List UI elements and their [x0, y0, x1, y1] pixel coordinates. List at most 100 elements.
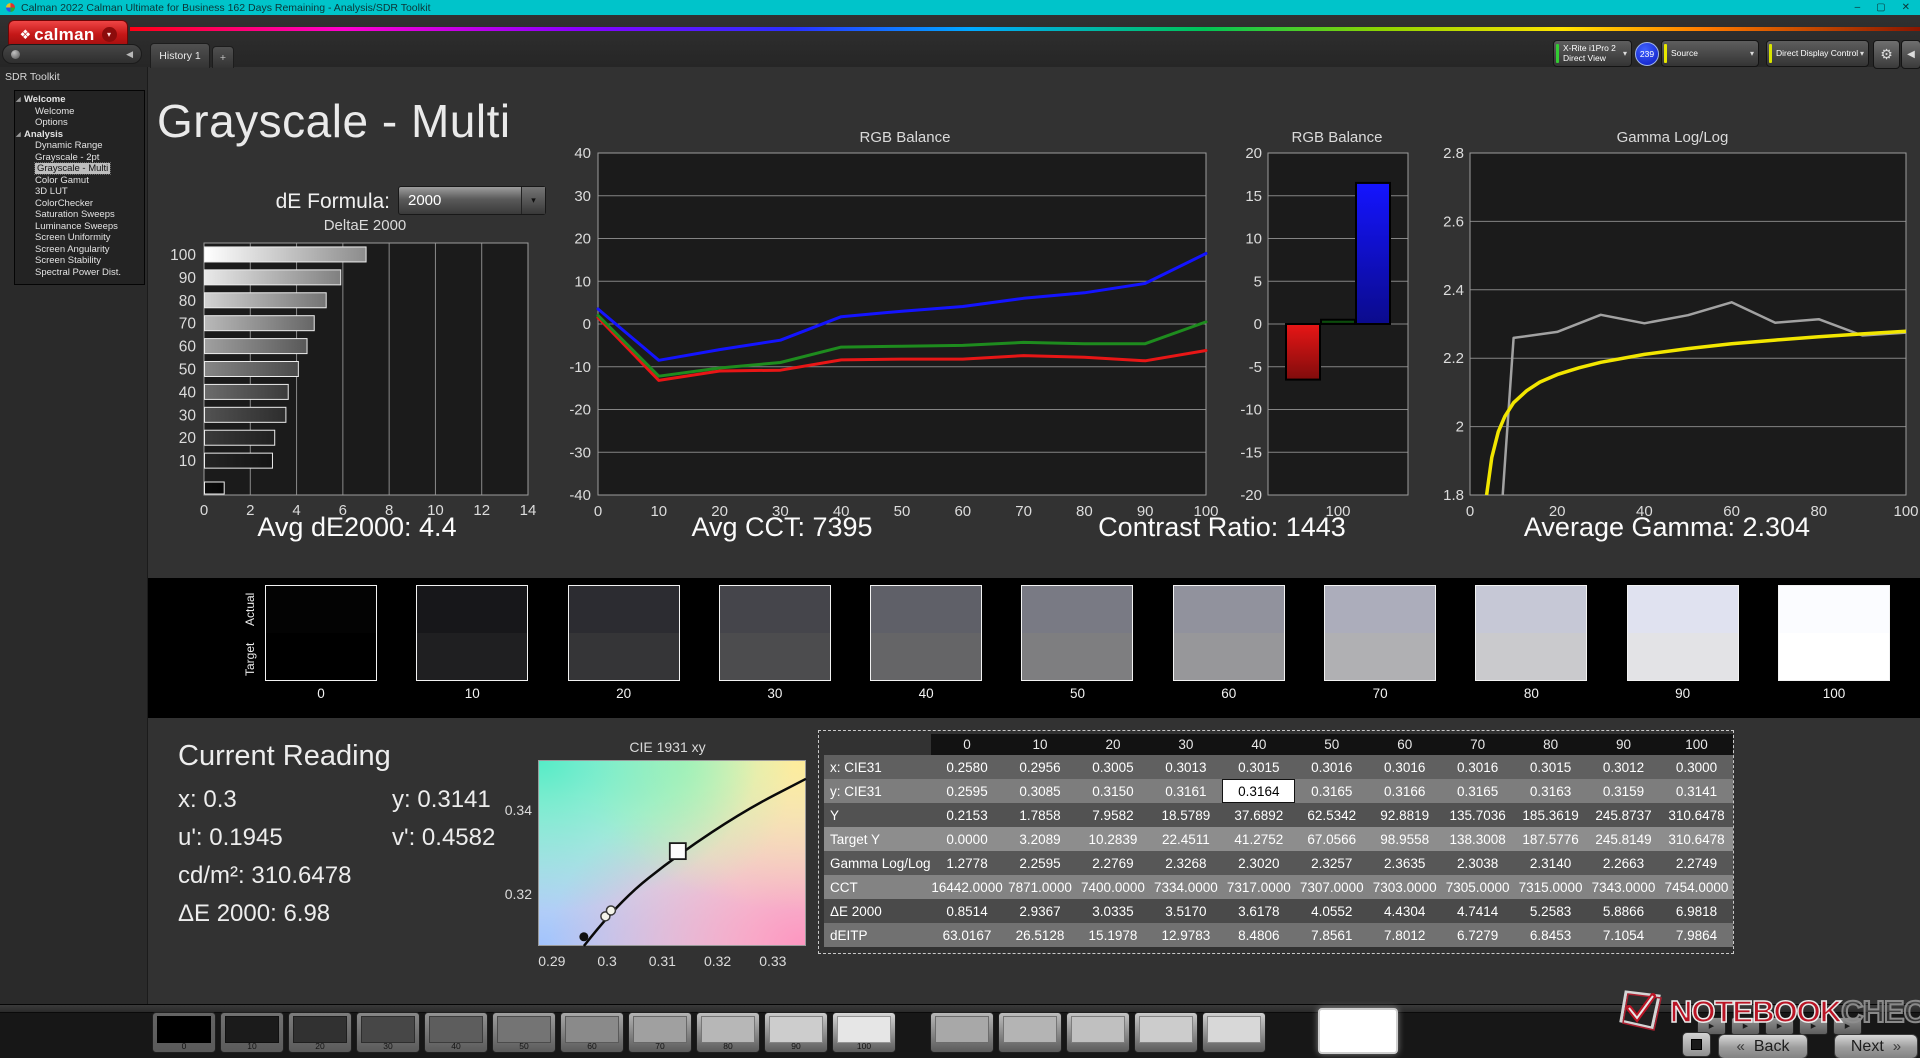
gear-icon[interactable]: ⚙ — [1873, 40, 1900, 69]
maximize-icon[interactable]: ▢ — [1876, 2, 1885, 13]
collapse-panel-icon[interactable]: ◀ — [1901, 40, 1920, 69]
workspace-collapse-pill[interactable]: ◀ — [2, 44, 142, 64]
add-tab-button[interactable]: + — [212, 46, 234, 68]
table-cell: 3.6178 — [1238, 903, 1280, 919]
table-column-header: 90 — [1587, 734, 1660, 755]
extra-pattern-button-3[interactable] — [1134, 1012, 1198, 1053]
sidebar-item-saturation-sweeps[interactable]: Saturation Sweeps — [15, 209, 144, 221]
collapse-left-icon[interactable]: ◀ — [126, 49, 133, 60]
sidebar-item-welcome[interactable]: Welcome — [15, 106, 144, 118]
sidebar-item-label: Analysis — [24, 128, 64, 140]
next-label: Next — [1850, 1037, 1884, 1055]
sidebar-item-colorchecker[interactable]: ColorChecker — [15, 198, 144, 210]
source-dropdown[interactable]: Source ▾ — [1661, 40, 1759, 67]
sidebar-item-spectral-power-dist[interactable]: Spectral Power Dist. — [15, 267, 144, 279]
sidebar-item-luminance-sweeps[interactable]: Luminance Sweeps — [15, 221, 144, 233]
transport-play-icon-2[interactable]: ▶ — [1765, 1017, 1794, 1035]
pattern-button-100[interactable]: 100 — [832, 1012, 896, 1053]
actual-swatch — [1476, 586, 1587, 633]
table-column-header: 100 — [1659, 734, 1733, 755]
swatch-level-label: 100 — [1822, 686, 1846, 701]
sidebar-item-analysis[interactable]: ◢ Analysis — [15, 129, 144, 141]
sidebar-item-options[interactable]: Options — [15, 117, 144, 129]
sidebar-item-screen-angularity[interactable]: Screen Angularity — [15, 244, 144, 256]
chevron-down-icon[interactable]: ▾ — [521, 187, 545, 214]
status-dot-icon — [11, 49, 20, 59]
table-cell: 37.6892 — [1234, 807, 1284, 823]
pattern-button-0[interactable]: 0 — [152, 1012, 216, 1053]
back-button[interactable]: « Back — [1718, 1034, 1808, 1058]
stop-button[interactable] — [1682, 1032, 1711, 1057]
sidebar-item-3d-lut[interactable]: 3D LUT — [15, 186, 144, 198]
svg-text:-30: -30 — [569, 444, 591, 461]
transport-play-icon-1[interactable]: ▶ — [1731, 1017, 1760, 1035]
table-column-header: 20 — [1076, 734, 1150, 755]
svg-text:-10: -10 — [569, 359, 591, 376]
table-row: Y 0.2153 1.7858 7.9582 18.5789 37.6892 62.5342… — [824, 803, 1733, 827]
pattern-button-90[interactable]: 90 — [764, 1012, 828, 1053]
svg-text:5: 5 — [1254, 273, 1262, 290]
selected-white-patch-button[interactable] — [1318, 1008, 1398, 1054]
workflow-tree: ◢ Welcome Welcome Options ◢ Analysis Dynamic R… — [14, 90, 145, 285]
pattern-button-70[interactable]: 70 — [628, 1012, 692, 1053]
back-label: Back — [1753, 1037, 1790, 1055]
extra-pattern-button-0[interactable] — [930, 1012, 994, 1053]
pattern-swatch — [769, 1016, 823, 1043]
minimize-icon[interactable]: – — [1855, 2, 1861, 13]
table-cell: 7871.0000 — [1008, 879, 1072, 895]
sidebar-item-dynamic-range[interactable]: Dynamic Range — [15, 140, 144, 152]
sidebar-item-color-gamut[interactable]: Color Gamut — [15, 175, 144, 187]
table-cell: 2.3020 — [1238, 855, 1280, 871]
display-control-dropdown[interactable]: Direct Display Control ▾ — [1766, 40, 1869, 67]
sidebar-item-screen-uniformity[interactable]: Screen Uniformity — [15, 232, 144, 244]
chevron-down-icon[interactable]: ▾ — [1623, 49, 1627, 58]
table-cell: 0.3150 — [1092, 783, 1134, 799]
pattern-button-40[interactable]: 40 — [424, 1012, 488, 1053]
chevron-down-icon[interactable]: ▾ — [1750, 49, 1754, 58]
sidebar-item-label: Screen Stability — [35, 255, 102, 266]
meter-name: X-Rite i1Pro 2 — [1563, 43, 1616, 53]
pattern-button-60[interactable]: 60 — [560, 1012, 624, 1053]
next-chevrons-icon: » — [1892, 1038, 1902, 1055]
tab-history-1[interactable]: History 1 — [150, 43, 210, 68]
sidebar-item-welcome[interactable]: ◢ Welcome — [15, 94, 144, 106]
actual-swatch — [417, 586, 528, 633]
pattern-button-30[interactable]: 30 — [356, 1012, 420, 1053]
table-cell: 135.7036 — [1449, 807, 1506, 823]
sidebar-item-grayscale-2pt[interactable]: Grayscale - 2pt — [15, 152, 144, 164]
pattern-button-50[interactable]: 50 — [492, 1012, 556, 1053]
close-icon[interactable]: ✕ — [1902, 2, 1910, 13]
sidebar-item-screen-stability[interactable]: Screen Stability — [15, 255, 144, 267]
pattern-button-80[interactable]: 80 — [696, 1012, 760, 1053]
sidebar-item-grayscale-multi[interactable]: Grayscale - Multi — [15, 162, 144, 175]
pattern-button-20[interactable]: 20 — [288, 1012, 352, 1053]
transport-play-icon-3[interactable]: ▶ — [1799, 1017, 1828, 1035]
chevron-down-icon[interactable]: ▾ — [1860, 49, 1864, 58]
next-button[interactable]: Next » — [1834, 1034, 1918, 1058]
table-cell: 2.2595 — [1019, 855, 1061, 871]
rgb-balance-line-chart: 403020100-10-20-30-400 10 20 30 40 50 60 70 80 90… — [569, 148, 1218, 520]
svg-text:15: 15 — [1245, 188, 1262, 205]
table-column-header: 50 — [1295, 734, 1369, 755]
page-title: Grayscale - Multi — [157, 95, 511, 147]
actual-swatch — [1173, 586, 1284, 633]
transport-play-icon-4[interactable]: ▶ — [1833, 1017, 1862, 1035]
table-cell: 0.0000 — [946, 831, 988, 847]
actual-swatch — [568, 586, 679, 633]
pattern-swatch — [497, 1016, 551, 1043]
meter-dropdown[interactable]: X-Rite i1Pro 2 Direct View ▾ — [1553, 40, 1632, 67]
pattern-button-10[interactable]: 10 — [220, 1012, 284, 1053]
extra-pattern-button-2[interactable] — [1066, 1012, 1130, 1053]
table-cell: 7.1054 — [1602, 927, 1645, 943]
sidebar-item-label: Screen Uniformity — [35, 232, 111, 243]
chevron-down-icon[interactable]: ▾ — [101, 27, 117, 42]
table-cell: 7.8561 — [1311, 927, 1353, 943]
svg-text:0.32: 0.32 — [505, 886, 532, 902]
target-swatch — [1173, 633, 1284, 680]
extra-pattern-button-1[interactable] — [998, 1012, 1062, 1053]
de-formula-select[interactable]: 2000 ▾ — [398, 186, 546, 215]
svg-text:0.33: 0.33 — [759, 953, 786, 969]
extra-pattern-button-4[interactable] — [1202, 1012, 1266, 1053]
sidebar-item-label: Options — [35, 117, 68, 128]
table-cell: 7400.0000 — [1081, 879, 1145, 895]
